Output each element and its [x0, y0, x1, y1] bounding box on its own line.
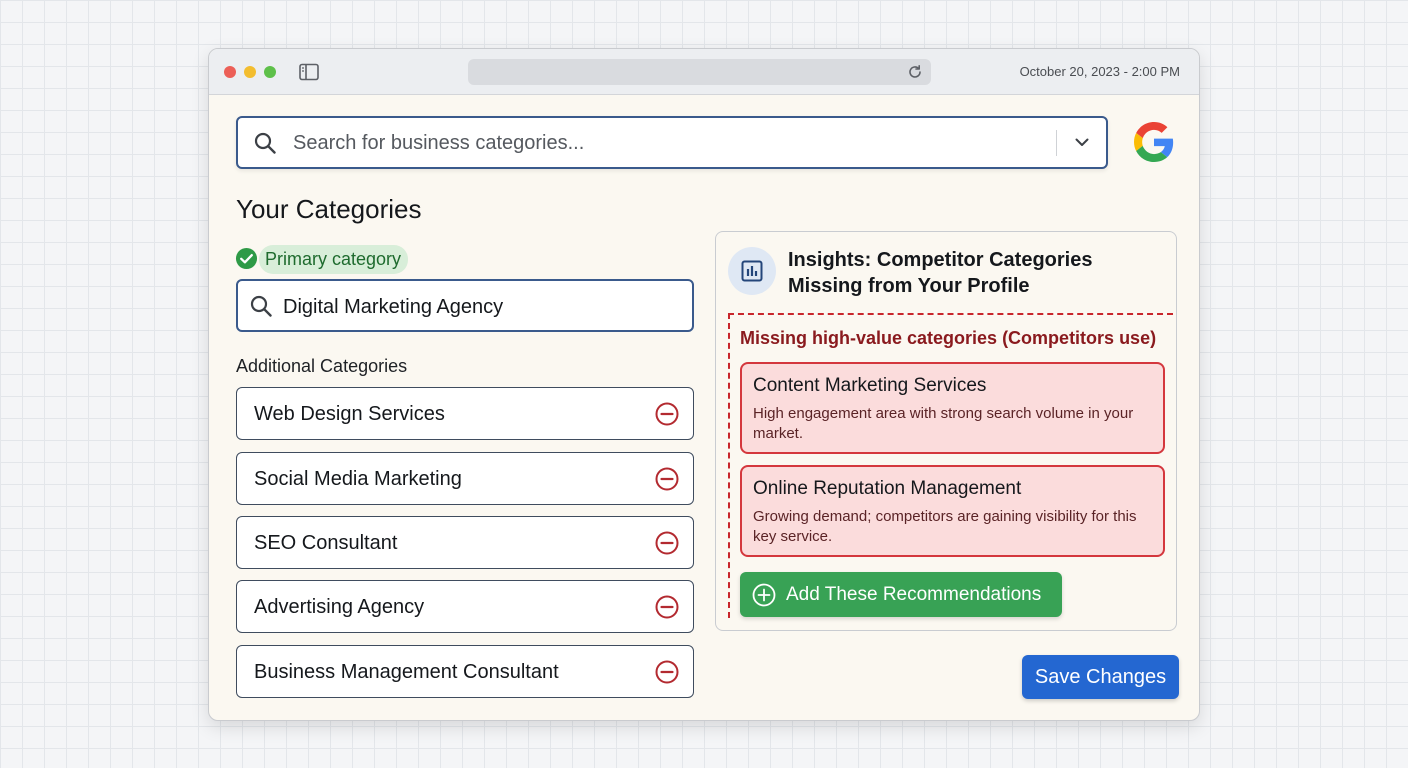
remove-icon[interactable]	[655, 531, 679, 555]
recommendation-card[interactable]: Content Marketing Services High engageme…	[740, 362, 1165, 454]
add-recommendations-button[interactable]: Add These Recommendations	[740, 572, 1062, 617]
insights-title: Insights: Competitor Categories Missing …	[788, 249, 1093, 297]
remove-icon[interactable]	[655, 595, 679, 619]
save-changes-button[interactable]: Save Changes	[1022, 655, 1179, 699]
your-categories-heading: Your Categories	[236, 194, 422, 224]
recommendation-title: Content Marketing Services	[753, 375, 987, 396]
primary-category-field[interactable]: Digital Marketing Agency	[236, 279, 694, 332]
category-item-label: Business Management Consultant	[254, 661, 559, 683]
remove-icon[interactable]	[655, 660, 679, 684]
search-input[interactable]	[293, 132, 993, 155]
category-item-advertising[interactable]: Advertising Agency	[236, 580, 694, 633]
category-item-label: Advertising Agency	[254, 596, 425, 618]
close-window-button[interactable]	[224, 66, 236, 78]
insights-icon-badge	[728, 247, 776, 295]
title-bar: October 20, 2023 - 2:00 PM	[209, 49, 1199, 95]
recommendation-description: High engagement area with strong search …	[753, 405, 1134, 442]
category-search-box[interactable]	[236, 116, 1108, 169]
google-logo	[1134, 122, 1174, 162]
bar-chart-icon	[741, 260, 763, 282]
chevron-down-icon[interactable]	[1074, 134, 1090, 150]
timestamp: October 20, 2023 - 2:00 PM	[1019, 64, 1180, 79]
category-item-social-media[interactable]: Social Media Marketing	[236, 452, 694, 505]
additional-categories-label: Additional Categories	[236, 356, 408, 376]
recommendation-description: Growing demand; competitors are gaining …	[753, 508, 1137, 545]
add-recommendations-label: Add These Recommendations	[786, 584, 1042, 605]
maximize-window-button[interactable]	[264, 66, 276, 78]
address-bar[interactable]	[468, 59, 931, 85]
missing-categories-label: Missing high-value categories (Competito…	[740, 328, 1157, 348]
primary-category-value[interactable]: Digital Marketing Agency	[283, 296, 503, 319]
remove-icon[interactable]	[655, 402, 679, 426]
category-item-label: Social Media Marketing	[254, 468, 462, 490]
check-circle-icon	[235, 247, 258, 270]
remove-icon[interactable]	[655, 467, 679, 491]
insights-panel: Insights: Competitor Categories Missing …	[715, 231, 1177, 631]
category-item-label: SEO Consultant	[254, 532, 398, 554]
category-item-seo[interactable]: SEO Consultant	[236, 516, 694, 569]
search-icon	[254, 132, 276, 154]
recommendation-title: Online Reputation Management	[753, 478, 1022, 499]
browser-window: October 20, 2023 - 2:00 PM Your Categori…	[208, 48, 1200, 721]
reload-icon[interactable]	[907, 64, 923, 80]
recommendation-card[interactable]: Online Reputation Management Growing dem…	[740, 465, 1165, 557]
sidebar-toggle-icon[interactable]	[299, 63, 319, 81]
primary-category-label: Primary category	[259, 245, 409, 274]
category-item-label: Web Design Services	[254, 403, 445, 425]
search-icon	[250, 295, 272, 317]
minimize-window-button[interactable]	[244, 66, 256, 78]
primary-category-badge: Primary category	[235, 245, 415, 275]
category-item-web-design[interactable]: Web Design Services	[236, 387, 694, 440]
category-item-business-management[interactable]: Business Management Consultant	[236, 645, 694, 698]
search-divider	[1056, 130, 1057, 156]
plus-circle-icon	[752, 583, 776, 607]
